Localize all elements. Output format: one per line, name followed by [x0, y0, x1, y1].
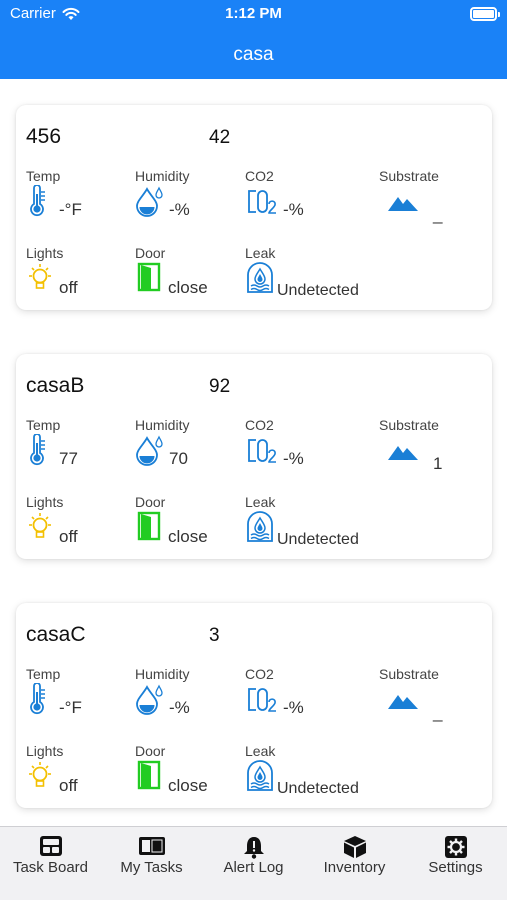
tab-inventory[interactable]: Inventory	[304, 827, 405, 900]
bell-icon	[244, 837, 264, 859]
lights-value: off	[59, 776, 78, 795]
lights-label: Lights	[26, 245, 64, 261]
leak-value: Undetected	[277, 531, 359, 548]
co2-icon	[248, 439, 276, 463]
thermometer-icon	[30, 683, 45, 715]
box-icon	[344, 836, 366, 858]
temp-label: Temp	[26, 168, 61, 184]
leak-value: Undetected	[277, 780, 359, 797]
tab-label: Alert Log	[223, 859, 284, 876]
navigation-bar: casa	[0, 30, 507, 79]
device-list[interactable]: 456 42 Temp -°F Humidity -% CO2 -% Subst…	[0, 79, 507, 826]
humidity-value: -%	[169, 200, 190, 219]
tab-alert-log[interactable]: Alert Log	[203, 827, 304, 900]
substrate-label: Substrate	[379, 666, 439, 682]
humidity-label: Humidity	[135, 666, 190, 682]
door-value: close	[168, 776, 208, 795]
co2-icon	[248, 190, 276, 214]
device-name: 456	[26, 125, 62, 148]
device-name: casaB	[26, 374, 85, 397]
humidity-label: Humidity	[135, 417, 190, 433]
page-title: casa	[233, 44, 274, 65]
door-icon	[137, 511, 161, 541]
lights-label: Lights	[26, 494, 64, 510]
humidity-value: 70	[169, 449, 188, 468]
door-label: Door	[135, 494, 166, 510]
substrate-label: Substrate	[379, 417, 439, 433]
leak-label: Leak	[245, 494, 276, 510]
leak-sensor-icon	[247, 760, 273, 791]
tab-bar: Task Board My Tasks Alert Log Inventory	[0, 826, 507, 900]
device-card[interactable]: 456 42 Temp -°F Humidity -% CO2 -% Subst…	[16, 105, 492, 310]
lightbulb-icon	[29, 762, 51, 787]
thermometer-icon	[30, 185, 45, 217]
mountain-icon	[388, 446, 418, 460]
door-label: Door	[135, 743, 166, 759]
leak-sensor-icon	[247, 262, 273, 293]
substrate-value: _	[433, 703, 443, 722]
tab-label: Inventory	[323, 859, 386, 876]
temp-value: -°F	[59, 698, 82, 717]
tab-label: Task Board	[12, 859, 89, 876]
tab-label: Settings	[428, 859, 483, 876]
substrate-value: _	[433, 205, 443, 224]
device-card[interactable]: casaC 3 Temp -°F Humidity -% CO2 -% Subs…	[16, 603, 492, 808]
door-icon	[137, 262, 161, 292]
leak-sensor-icon	[247, 511, 273, 542]
temp-label: Temp	[26, 666, 61, 682]
temp-value: -°F	[59, 200, 82, 219]
device-card[interactable]: casaB 92 Temp 77 Humidity 70 CO2 -% Subs…	[16, 354, 492, 559]
device-count: 3	[209, 625, 220, 646]
co2-label: CO2	[245, 666, 274, 682]
status-time: 1:12 PM	[225, 5, 282, 22]
door-value: close	[168, 527, 208, 546]
co2-label: CO2	[245, 168, 274, 184]
co2-label: CO2	[245, 417, 274, 433]
lights-label: Lights	[26, 743, 64, 759]
leak-value: Undetected	[277, 282, 359, 299]
device-count: 42	[209, 127, 231, 148]
lightbulb-icon	[29, 264, 51, 289]
co2-icon	[248, 688, 276, 712]
tab-label: My Tasks	[120, 859, 183, 876]
temp-label: Temp	[26, 417, 61, 433]
device-count: 92	[209, 376, 231, 397]
substrate-value: 1	[433, 454, 443, 473]
door-icon	[137, 760, 161, 790]
door-label: Door	[135, 245, 166, 261]
lights-value: off	[59, 527, 78, 546]
humidity-label: Humidity	[135, 168, 190, 184]
humidity-drop-icon	[136, 435, 163, 466]
co2-value: -%	[283, 698, 304, 717]
humidity-drop-icon	[136, 186, 163, 217]
tab-task-board[interactable]: Task Board	[0, 827, 101, 900]
status-bar: Carrier 1:12 PM	[0, 0, 507, 30]
my-tasks-icon	[139, 837, 165, 855]
lightbulb-icon	[29, 513, 51, 538]
task-board-icon	[40, 836, 62, 856]
leak-label: Leak	[245, 743, 276, 759]
mountain-icon	[388, 197, 418, 211]
co2-value: -%	[283, 449, 304, 468]
mountain-icon	[388, 695, 418, 709]
battery-icon	[470, 7, 500, 21]
substrate-label: Substrate	[379, 168, 439, 184]
device-name: casaC	[26, 623, 86, 646]
leak-label: Leak	[245, 245, 276, 261]
thermometer-icon	[30, 434, 45, 466]
humidity-drop-icon	[136, 684, 163, 715]
co2-value: -%	[283, 200, 304, 219]
tab-settings[interactable]: Settings	[405, 827, 506, 900]
humidity-value: -%	[169, 698, 190, 717]
gear-icon	[445, 836, 467, 858]
door-value: close	[168, 278, 208, 297]
temp-value: 77	[59, 449, 78, 468]
lights-value: off	[59, 278, 78, 297]
tab-my-tasks[interactable]: My Tasks	[101, 827, 202, 900]
